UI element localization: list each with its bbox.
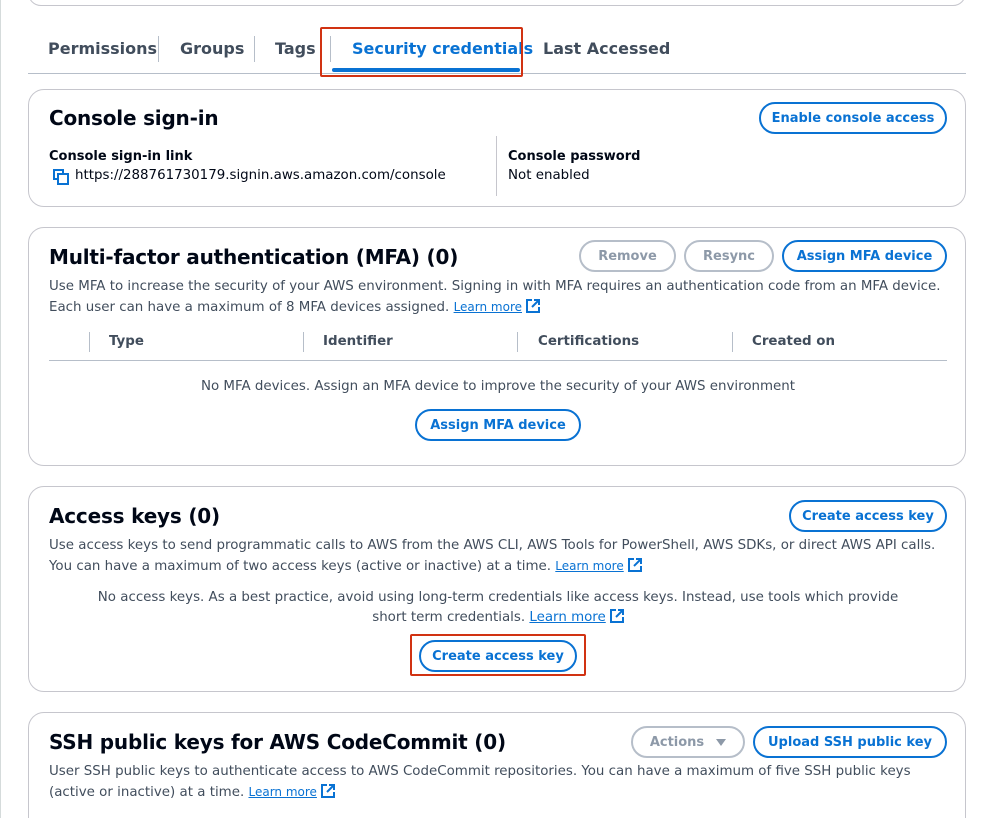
console-password-value: Not enabled	[508, 168, 590, 183]
access-keys-empty-message: No access keys. As a best practice, avoi…	[49, 588, 947, 630]
column-divider	[496, 136, 497, 196]
column-header-certifications[interactable]: Certifications	[538, 334, 639, 349]
table-header-line	[49, 360, 947, 361]
console-password-label: Console password	[508, 149, 641, 164]
learn-more-text: Learn more	[555, 559, 624, 573]
external-link-icon	[609, 609, 624, 630]
ssh-description-text: User SSH public keys to authenticate acc…	[49, 764, 911, 800]
ssh-learn-more-link[interactable]: Learn more	[248, 784, 335, 799]
tab-groups[interactable]: Groups	[180, 26, 244, 74]
console-signin-link-label: Console sign-in link	[49, 149, 193, 164]
column-divider	[732, 332, 733, 352]
resync-mfa-button[interactable]: Resync	[684, 240, 774, 272]
assign-mfa-device-empty-button[interactable]: Assign MFA device	[415, 409, 581, 441]
column-divider	[89, 332, 90, 352]
caret-down-icon	[716, 738, 727, 746]
console-signin-link-value: https://288761730179.signin.aws.amazon.c…	[75, 168, 446, 183]
access-keys-description-text: Use access keys to send programmatic cal…	[49, 538, 936, 574]
column-divider	[303, 332, 304, 352]
console-signin-card: Console sign-in Enable console access Co…	[28, 89, 966, 207]
access-keys-card: Access keys (0) Create access key Use ac…	[28, 486, 966, 692]
actions-label: Actions	[649, 734, 705, 750]
column-header-type[interactable]: Type	[109, 334, 144, 349]
access-keys-title: Access keys (0)	[49, 504, 220, 528]
actions-dropdown-button[interactable]: Actions	[631, 726, 745, 758]
enable-console-access-button[interactable]: Enable console access	[759, 102, 947, 134]
assign-mfa-device-button[interactable]: Assign MFA device	[782, 240, 947, 272]
learn-more-text: Learn more	[453, 300, 523, 314]
tab-tags[interactable]: Tags	[275, 26, 316, 74]
access-keys-empty-learn-more-link[interactable]: Learn more	[529, 610, 605, 625]
console-signin-title: Console sign-in	[49, 106, 219, 130]
tab-bar: Permissions Groups Tags Security credent…	[28, 26, 966, 74]
active-tab-indicator	[332, 68, 520, 72]
column-header-created-on[interactable]: Created on	[752, 334, 835, 349]
access-keys-description: Use access keys to send programmatic cal…	[49, 536, 949, 578]
tab-last-accessed[interactable]: Last Accessed	[543, 26, 670, 74]
create-access-key-empty-button[interactable]: Create access key	[419, 640, 577, 672]
column-header-identifier[interactable]: Identifier	[323, 334, 393, 349]
column-divider	[517, 332, 518, 352]
ssh-description: User SSH public keys to authenticate acc…	[49, 762, 949, 804]
access-keys-empty-text: No access keys. As a best practice, avoi…	[97, 590, 899, 625]
tab-security-credentials[interactable]: Security credentials	[352, 26, 533, 74]
ssh-keys-title: SSH public keys for AWS CodeCommit (0)	[49, 730, 506, 754]
ssh-keys-card: SSH public keys for AWS CodeCommit (0) A…	[28, 712, 966, 818]
access-keys-learn-more-link[interactable]: Learn more	[555, 558, 642, 573]
tab-divider	[330, 36, 331, 62]
mfa-card: Multi-factor authentication (MFA) (0) Re…	[28, 227, 966, 466]
tab-permissions[interactable]: Permissions	[48, 26, 157, 74]
mfa-title: Multi-factor authentication (MFA) (0)	[49, 245, 459, 269]
tab-divider	[254, 36, 255, 62]
remove-mfa-button[interactable]: Remove	[579, 240, 676, 272]
tab-divider	[158, 36, 159, 62]
previous-card-edge	[28, 0, 966, 6]
create-access-key-button[interactable]: Create access key	[789, 500, 947, 532]
external-link-icon	[320, 784, 335, 804]
mfa-empty-message: No MFA devices. Assign an MFA device to …	[200, 379, 796, 394]
mfa-learn-more-link[interactable]: Learn more	[453, 299, 541, 314]
learn-more-text: Learn more	[248, 785, 317, 799]
external-link-icon	[627, 558, 642, 578]
page-left-border	[0, 0, 1, 818]
mfa-description: Use MFA to increase the security of your…	[49, 277, 949, 319]
upload-ssh-public-key-button[interactable]: Upload SSH public key	[753, 726, 947, 758]
learn-more-text: Learn more	[529, 610, 606, 625]
external-link-icon	[526, 299, 541, 319]
copy-icon[interactable]	[53, 169, 69, 185]
